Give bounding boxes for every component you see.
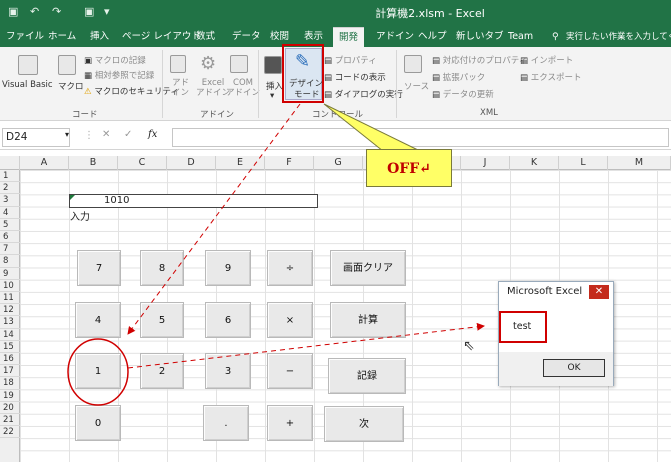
annotation-arrow-button-to-dialog bbox=[127, 322, 485, 369]
annotation-layer bbox=[67, 44, 547, 406]
design-mode-highlight bbox=[282, 44, 324, 103]
annotation-arrow-design-to-button bbox=[127, 103, 301, 335]
button-1-highlight bbox=[67, 338, 129, 406]
callout-pointer bbox=[323, 103, 421, 152]
dialog-message-highlight bbox=[499, 311, 547, 343]
off-callout: OFF↵ bbox=[366, 149, 452, 187]
